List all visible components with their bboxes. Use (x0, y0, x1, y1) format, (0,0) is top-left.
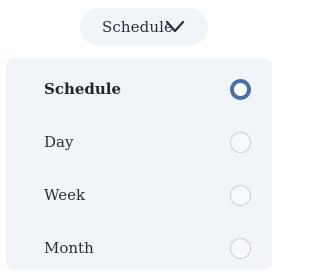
menu-option-schedule[interactable]: Schedule (6, 63, 272, 115)
radio-unchecked-icon[interactable] (230, 237, 251, 259)
option-label: Schedule (44, 80, 122, 98)
radio-unchecked-icon[interactable] (230, 184, 251, 206)
menu-option-day[interactable]: Day (6, 116, 272, 168)
radio-checked-icon[interactable] (230, 78, 251, 100)
option-label: Month (44, 239, 94, 257)
option-label: Day (44, 133, 74, 151)
chevron-down-icon (165, 19, 185, 35)
radio-unchecked-icon[interactable] (230, 131, 251, 153)
view-options-menu: Schedule Day Week Month (6, 58, 272, 270)
menu-option-week[interactable]: Week (6, 169, 272, 221)
view-selector-button[interactable]: Schedule (80, 8, 208, 46)
option-label: Week (44, 186, 86, 204)
view-selector-label: Schedule (102, 18, 173, 36)
menu-option-month[interactable]: Month (6, 222, 272, 274)
